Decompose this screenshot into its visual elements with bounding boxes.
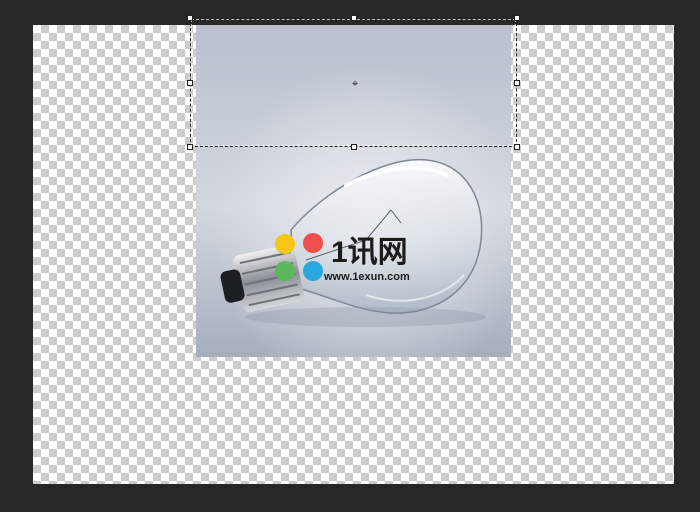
transform-handle-top[interactable] bbox=[351, 15, 357, 21]
transform-handle-right[interactable] bbox=[514, 80, 520, 86]
watermark-url: www.1exun.com bbox=[323, 271, 410, 283]
transform-handle-bottom-left[interactable] bbox=[187, 144, 193, 150]
watermark-logo-text: 1讯网 bbox=[331, 236, 408, 269]
transform-handle-bottom[interactable] bbox=[351, 144, 357, 150]
transform-handle-left[interactable] bbox=[187, 80, 193, 86]
transform-handle-bottom-right[interactable] bbox=[514, 144, 520, 150]
transform-handle-top-right[interactable] bbox=[514, 15, 520, 21]
transform-handle-top-left[interactable] bbox=[187, 15, 193, 21]
pivot-icon[interactable]: ⌖ bbox=[349, 77, 361, 89]
